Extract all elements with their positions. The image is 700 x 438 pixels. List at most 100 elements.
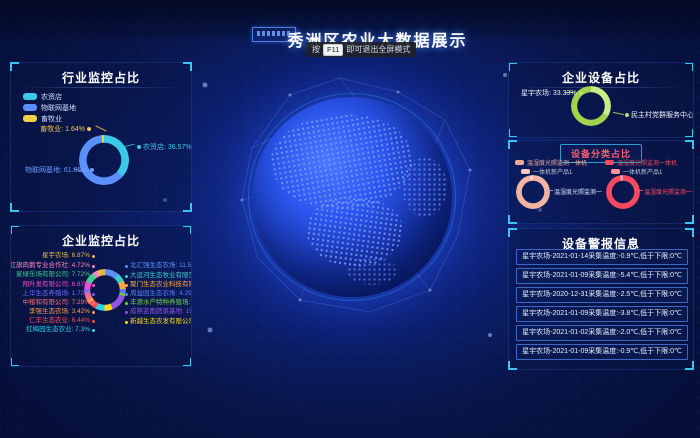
industry-donut-chart[interactable] <box>79 135 129 185</box>
chart-label-text: 星宇农场: 33.33% <box>521 88 577 98</box>
callout-dot <box>125 311 128 314</box>
chart-label-text: 上华生态养殖场: 1.72% <box>22 290 90 298</box>
chart-label: 红梅园生态农业: 7.3% <box>26 326 95 334</box>
callout-dot <box>92 255 95 258</box>
chart-label-text: 李强生态农场: 3.42% <box>29 308 90 316</box>
chart-label: 畜牧业: 1.64% <box>40 124 91 134</box>
chart-label: 温湿度光照监测一 <box>554 187 602 196</box>
legend-swatch <box>23 115 37 122</box>
callout-dot <box>92 329 95 332</box>
chart-label-text: 中粮和有限公司: 7.29% <box>22 299 90 307</box>
chart-label-text: 聚门生态农业科技有限公 <box>130 281 192 289</box>
chart-label: 家绿乐场有限公司: 7.72% <box>16 271 95 279</box>
tip-suffix: 即可退出全屏模式 <box>346 44 410 55</box>
alarm-row: 星宇农场-2021-01-09采集温度:-5.4℃,低于下限:0℃ <box>516 268 688 284</box>
legend-label: 温湿度光照监测一体机 <box>617 158 677 167</box>
callout-dot <box>125 275 128 278</box>
alarm-row: 星宇农场-2021-01-09采集温度:-3.8℃,低于下限:0℃ <box>516 306 688 322</box>
equipment-panel: 企业设备占比 星宇农场: 33.33% 民主村党群服务中心 <box>508 62 694 138</box>
legend-item[interactable]: 温湿度光照监测一体机 <box>605 158 677 166</box>
legend-item[interactable]: 温湿度光照监测一体机 <box>515 158 587 166</box>
callout-dot <box>92 311 95 314</box>
legend-label: 一体机新产品1 <box>623 167 662 176</box>
chart-label: 周益园生态农场: 4.29 <box>125 290 192 298</box>
chart-label: 翔升发有限公司: 6.87% <box>22 281 95 289</box>
legend-item[interactable]: 物联网基地 <box>23 102 76 113</box>
corner-bracket <box>508 140 517 149</box>
industry-panel: 行业监控占比 农资店 物联网基地 畜牧业 畜牧业: 1.64% 农资店: 36.… <box>10 62 192 212</box>
legend-swatch <box>23 104 37 111</box>
chart-label-text: 红梅园生态农业: 7.3% <box>26 326 90 334</box>
alarm-row: 星宇农场-2021-01-02采集温度:-2.0℃,低于下限:0℃ <box>516 325 688 341</box>
chart-label: 成熟蓝图蔬菜基地: 15.02% <box>125 308 192 316</box>
chart-label: 农资店: 36.57% <box>137 142 192 152</box>
chart-label: 聚门生态农业科技有限公 <box>125 281 192 289</box>
f11-keycap: F11 <box>323 44 343 56</box>
callout-dot <box>125 302 128 305</box>
category-donut-chart[interactable] <box>516 175 550 209</box>
corner-bracket <box>685 129 694 138</box>
legend-swatch <box>521 169 530 174</box>
corner-bracket <box>508 361 517 370</box>
legend-swatch <box>605 160 614 165</box>
callout-dot <box>125 293 128 296</box>
fullscreen-tip: 按 F11 即可退出全屏模式 <box>306 42 416 57</box>
legend-swatch <box>611 169 620 174</box>
dashboard: 秀洲区农业大数据展示 按 F11 即可退出全屏模式 行业监控占比 农资店 物联网… <box>0 0 700 438</box>
legend-label: 农资店 <box>41 92 62 102</box>
chart-label: 新越生态农发有限公司: 6.87 <box>125 318 192 326</box>
category-chart-left: 温湿度光照监测一体机 一体机新产品1 温湿度光照监测一 <box>513 158 601 220</box>
leader-line <box>546 190 553 191</box>
corner-bracket <box>183 203 192 212</box>
chart-label: 红旗肉鹅专业合作社: 4.72% <box>10 262 95 270</box>
chart-label-text: 周益园生态农场: 4.29 <box>130 290 192 298</box>
chart-label: 大运河生态牧业有限责任公 <box>125 272 192 280</box>
enterprise-panel-title: 企业监控占比 <box>11 232 191 249</box>
callout-dot <box>579 91 583 95</box>
chart-label: 星宇农场: 6.87% <box>42 252 95 260</box>
legend-item[interactable]: 一体机新产品1 <box>611 167 662 175</box>
industry-panel-title: 行业监控占比 <box>11 69 191 86</box>
alarm-row: 星宇农场-2021-01-14采集温度:-0.9℃,低于下限:0℃ <box>516 249 688 265</box>
callout-dot <box>92 293 95 296</box>
leader-line <box>636 190 643 191</box>
leader-line <box>613 112 624 115</box>
corner-bracket <box>508 129 517 138</box>
legend-item[interactable]: 畜牧业 <box>23 113 76 124</box>
chart-label-text: 大运河生态牧业有限责任公 <box>130 272 192 280</box>
globe-continent <box>347 257 397 285</box>
corner-bracket <box>183 358 192 367</box>
callout-dot <box>90 168 94 172</box>
equipment-panel-title: 企业设备占比 <box>509 69 693 86</box>
legend-swatch <box>23 93 37 100</box>
legend-label: 畜牧业 <box>41 114 62 124</box>
title-divider <box>19 87 183 88</box>
chart-label: 上华生态养殖场: 1.72% <box>22 290 95 298</box>
chart-label-text: 畜牧业: 1.64% <box>40 124 85 134</box>
chart-label-text: 新越生态农发有限公司: 6.87 <box>130 318 192 326</box>
chart-label: 物联网基地: 61.85% <box>25 165 94 175</box>
globe-continent <box>402 157 447 217</box>
industry-legend: 农资店 物联网基地 畜牧业 <box>23 91 76 124</box>
chart-label-text: 北汇强生态农场: 11.56% <box>130 262 192 270</box>
callout-dot <box>92 274 95 277</box>
chart-label: 民主村党群服务中心 <box>625 110 694 120</box>
category-donut-chart[interactable] <box>606 175 640 209</box>
legend-label: 温湿度光照监测一体机 <box>527 158 587 167</box>
chart-label-text: 星宇农场: 6.87% <box>42 252 90 260</box>
callout-dot <box>87 127 91 131</box>
legend-label: 物联网基地 <box>41 103 76 113</box>
chart-label-text: 民主村党群服务中心 <box>631 110 694 120</box>
legend-item[interactable]: 一体机新产品1 <box>521 167 572 175</box>
alarm-panel: 设备警报信息 星宇农场-2021-01-14采集温度:-0.9℃,低于下限:0℃… <box>508 228 694 370</box>
leader-line <box>565 92 574 93</box>
tip-prefix: 按 <box>312 44 320 55</box>
chart-label: 温湿度光照监测一 <box>644 187 692 196</box>
legend-item[interactable]: 农资店 <box>23 91 76 102</box>
callout-dot <box>125 284 128 287</box>
callout-dot <box>625 113 629 117</box>
corner-bracket <box>10 358 19 367</box>
chart-label-text: 成熟蓝图蔬菜基地: 15.02% <box>130 308 192 316</box>
chart-label-text: 翔升发有限公司: 6.87% <box>22 281 90 289</box>
callout-dot <box>125 321 128 324</box>
